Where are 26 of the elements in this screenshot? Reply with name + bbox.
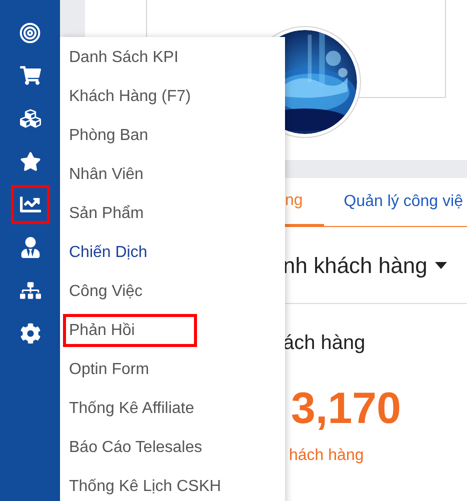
menu-item[interactable]: Danh Sách KPI xyxy=(63,41,184,74)
menu-item[interactable]: Khách Hàng (F7) xyxy=(63,80,197,113)
menu-item[interactable]: Optin Form xyxy=(63,353,156,386)
cart-icon xyxy=(20,65,40,86)
menu-item[interactable]: Phòng Ban xyxy=(63,119,154,152)
menu-item[interactable]: Chiến Dịch xyxy=(63,236,154,269)
caret-icon xyxy=(435,262,448,268)
settings-icon xyxy=(20,323,40,344)
stat-label: hách hàng xyxy=(288,446,365,466)
stat-value: 3,170 xyxy=(290,384,402,434)
sitemap-icon xyxy=(20,280,40,301)
user-icon xyxy=(20,237,40,258)
sidebar-item[interactable] xyxy=(10,185,50,224)
menu-item[interactable]: Thống Kê Affiliate xyxy=(63,392,200,425)
target-icon xyxy=(19,22,41,44)
menu-item[interactable]: Công Việc xyxy=(63,275,149,308)
line-chart-icon xyxy=(20,194,40,215)
menu-item[interactable]: Nhân Viên xyxy=(63,158,150,191)
section-title: ách hàng xyxy=(283,331,366,356)
cubes-icon xyxy=(20,108,40,129)
menu-item[interactable]: Báo Cáo Telesales xyxy=(63,431,208,464)
menu-item[interactable]: Phản Hồi xyxy=(63,314,197,347)
menu-item[interactable]: Thống Kê Lịch CSKH xyxy=(63,470,228,501)
star-icon xyxy=(20,151,40,172)
menu-item[interactable]: Sản Phẩm xyxy=(63,197,150,230)
tab[interactable]: Quản lý công việ xyxy=(324,178,463,226)
